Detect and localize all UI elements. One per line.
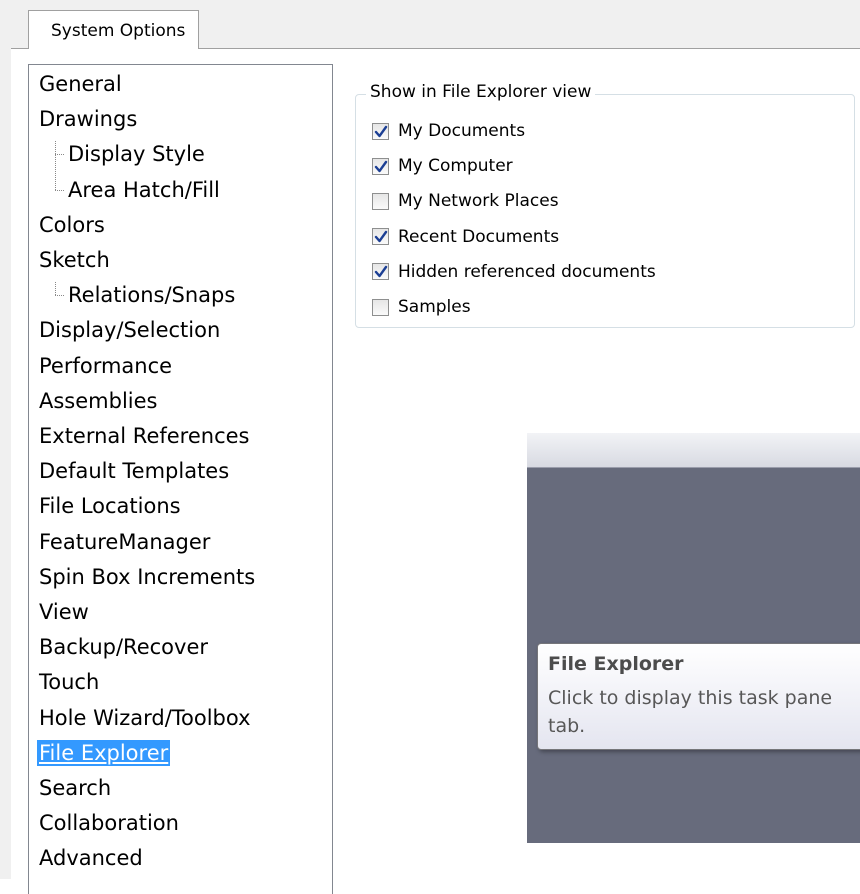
tree-item[interactable]: Display/Selection	[39, 317, 220, 343]
checkbox-label: Recent Documents	[398, 226, 560, 247]
tree-connector	[55, 154, 64, 156]
checkbox-label: My Network Places	[398, 191, 559, 212]
checkbox-row[interactable]: My Documents	[372, 119, 525, 143]
task-pane-header	[527, 433, 860, 468]
checkbox[interactable]	[372, 263, 389, 281]
tree-item[interactable]: Backup/Recover	[39, 634, 208, 660]
checkbox-label: My Documents	[398, 121, 526, 141]
tab-system-options[interactable]: System Options	[28, 10, 199, 48]
tree-item[interactable]: File Explorer	[37, 739, 171, 766]
checkbox-label: Samples	[398, 297, 471, 317]
tree-item[interactable]: Relations/Snaps	[68, 282, 235, 308]
checkbox[interactable]	[372, 228, 389, 246]
tree-item[interactable]: Sketch	[39, 247, 110, 273]
groupbox-title: Show in File Explorer view	[366, 82, 596, 102]
tree-item[interactable]: Drawings	[39, 106, 137, 132]
checkbox[interactable]	[372, 192, 389, 210]
window-background-top	[11, 0, 860, 10]
tab-join	[29, 47, 198, 49]
tab-strip: System Options	[11, 10, 860, 49]
checkbox-row[interactable]: My Computer	[372, 154, 513, 178]
checkbox-row[interactable]: My Network Places	[372, 189, 559, 213]
tooltip: File Explorer Click to display this task…	[537, 643, 860, 750]
tree-item[interactable]: Default Templates	[39, 458, 229, 484]
task-pane-background	[527, 433, 860, 843]
checkbox-row[interactable]: Samples	[372, 295, 471, 319]
tree-item[interactable]: Area Hatch/Fill	[68, 177, 220, 203]
tree-item[interactable]: Touch	[39, 669, 99, 695]
tooltip-text: Click to display this task pane tab.	[548, 684, 860, 740]
tree-item[interactable]: General	[39, 71, 122, 97]
checkbox-label: Hidden referenced documents	[398, 261, 656, 282]
tree-item[interactable]: Display Style	[68, 141, 205, 167]
tooltip-line-1: Click to display this task pane	[548, 687, 833, 709]
tooltip-line-2: tab.	[548, 715, 586, 737]
tree-connector	[55, 295, 64, 297]
checkbox[interactable]	[372, 122, 389, 140]
tree-item[interactable]: File Locations	[39, 493, 181, 519]
tree-connector	[55, 141, 56, 190]
checkbox-label: My Computer	[398, 156, 513, 177]
tree-connector	[55, 189, 64, 191]
checkbox[interactable]	[372, 157, 389, 175]
tree-connector	[55, 282, 56, 296]
tree-item[interactable]: View	[39, 599, 89, 625]
checkmark-icon	[374, 160, 388, 172]
window-background	[0, 0, 11, 879]
tree-item[interactable]: External References	[39, 423, 250, 449]
checkbox-row[interactable]: Recent Documents	[372, 225, 559, 249]
checkmark-icon	[374, 125, 388, 137]
tree-item[interactable]: Assemblies	[39, 388, 157, 414]
tree-item[interactable]: Colors	[39, 212, 105, 238]
tooltip-title: File Explorer	[548, 653, 684, 675]
tree-item[interactable]: Advanced	[39, 845, 143, 871]
checkmark-icon	[374, 266, 388, 278]
tree-item[interactable]: Spin Box Increments	[39, 564, 255, 590]
checkmark-icon	[374, 230, 388, 243]
tree-item[interactable]: Performance	[39, 353, 172, 379]
tree-item[interactable]: Search	[39, 775, 111, 801]
tree-item[interactable]: Hole Wizard/Toolbox	[39, 705, 251, 731]
checkbox[interactable]	[372, 298, 389, 316]
tree-item[interactable]: Collaboration	[39, 810, 179, 836]
checkbox-row[interactable]: Hidden referenced documents	[372, 260, 656, 284]
options-tree[interactable]: General Drawings Display Style Area Hatch/F…	[28, 64, 333, 894]
tree-item[interactable]: FeatureManager	[39, 529, 210, 555]
